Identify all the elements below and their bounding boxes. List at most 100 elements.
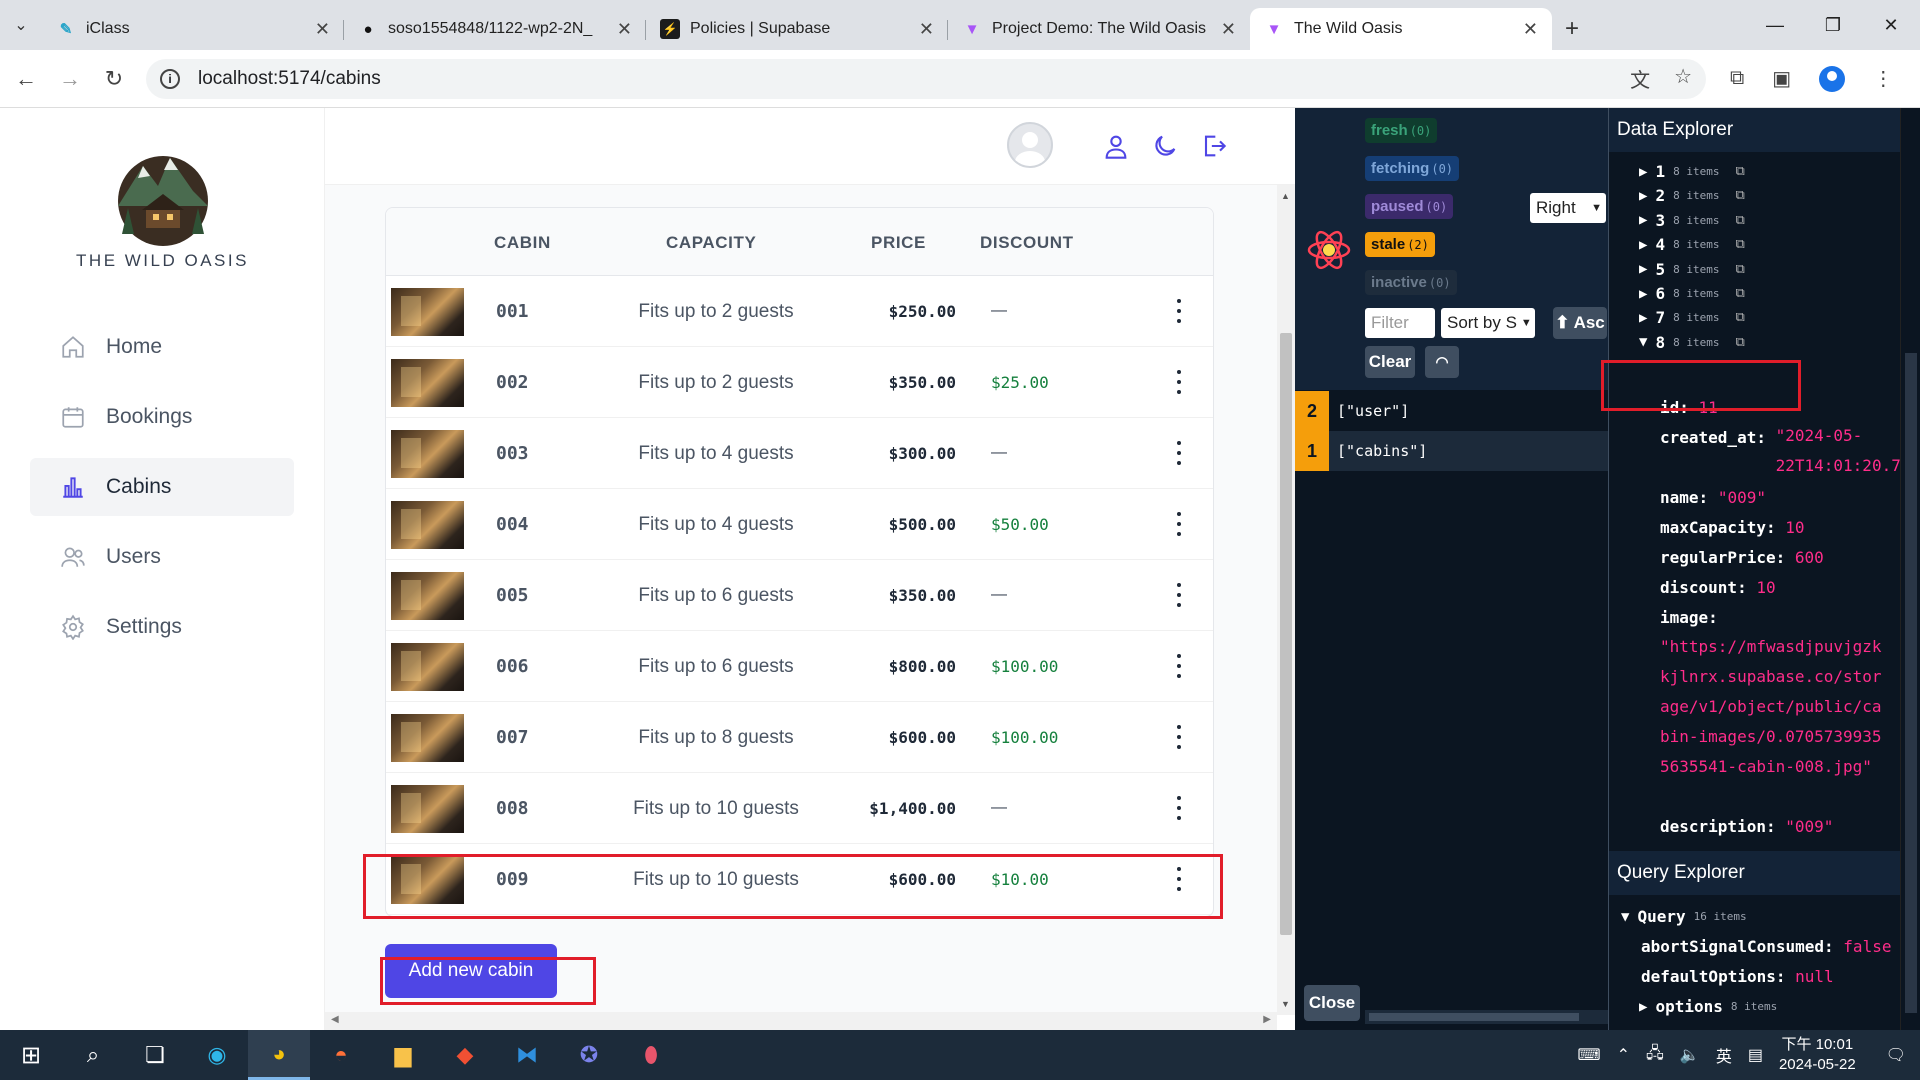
chevron-up-icon[interactable]: ⌃ xyxy=(1617,1045,1630,1065)
status-chip-fresh[interactable]: fresh (0) xyxy=(1365,118,1438,143)
extensions-icon[interactable]: ⧉ xyxy=(1730,67,1744,90)
cabin-thumbnail xyxy=(391,288,464,336)
search-icon[interactable]: ⌕ xyxy=(62,1030,124,1080)
tab-close-icon[interactable]: ✕ xyxy=(315,19,330,40)
side-panel-icon[interactable]: ▣ xyxy=(1772,66,1791,91)
status-chip-fetching[interactable]: fetching (0) xyxy=(1365,156,1460,181)
sort-select[interactable]: Sort by S ▼ xyxy=(1441,308,1535,338)
data-entry[interactable]: ▶ 4 8 items ⧉ xyxy=(1639,235,1745,254)
firefox-icon[interactable]: ◓ xyxy=(310,1030,372,1080)
close-devtools-button[interactable]: Close xyxy=(1304,985,1360,1021)
data-entry[interactable]: ▶ 1 8 items ⧉ xyxy=(1639,162,1745,181)
minimize-icon[interactable]: — xyxy=(1746,0,1804,50)
tab-github[interactable]: ● soso1554848/1122-wp2-2N_ ✕ xyxy=(344,8,646,50)
tab-search-chevron-icon[interactable]: ⌄ xyxy=(0,0,42,50)
cabin-name: 001 xyxy=(496,301,529,322)
tab-close-icon[interactable]: ✕ xyxy=(1523,19,1538,40)
devtools-horizontal-scrollbar[interactable] xyxy=(1365,1010,1608,1024)
row-menu-icon[interactable] xyxy=(1169,580,1189,610)
nav-item-bookings[interactable]: Bookings xyxy=(30,388,294,446)
notification-icon[interactable]: 🗨 xyxy=(1886,1045,1906,1065)
clear-button[interactable]: Clear xyxy=(1365,346,1415,378)
address-bar[interactable]: i localhost:5174/cabins ⽂ ☆ xyxy=(146,58,1706,99)
status-chip-stale[interactable]: stale (2) xyxy=(1365,232,1435,257)
copy-icon[interactable]: ⧉ xyxy=(1735,335,1744,350)
browser-menu-icon[interactable]: ⋮ xyxy=(1873,66,1893,91)
back-icon[interactable]: ← xyxy=(8,61,44,97)
chrome-icon[interactable]: ◕ xyxy=(248,1030,310,1080)
query-row-user[interactable]: 2 ["user"] xyxy=(1295,391,1608,431)
file-explorer-icon[interactable]: ▆ xyxy=(372,1030,434,1080)
data-entry[interactable]: ▶ 5 8 items ⧉ xyxy=(1639,260,1745,279)
new-tab-button[interactable]: + xyxy=(1552,8,1592,50)
restore-icon[interactable]: ❐ xyxy=(1804,0,1862,50)
edge-icon[interactable]: ◉ xyxy=(186,1030,248,1080)
moon-icon[interactable] xyxy=(1151,132,1179,160)
row-menu-icon[interactable] xyxy=(1169,296,1189,326)
copy-icon[interactable]: ⧉ xyxy=(1735,262,1744,277)
tab-close-icon[interactable]: ✕ xyxy=(1221,19,1236,40)
sort-asc-button[interactable]: ⬆ Asc xyxy=(1553,307,1607,339)
close-window-icon[interactable]: ✕ xyxy=(1862,0,1920,50)
status-chip-inactive[interactable]: inactive (0) xyxy=(1365,270,1457,295)
query-entry[interactable]: ▼ Query 16 items xyxy=(1621,907,1747,926)
position-select[interactable]: Right ▼ xyxy=(1530,193,1606,223)
row-menu-icon[interactable] xyxy=(1169,438,1189,468)
status-chip-paused[interactable]: paused (0) xyxy=(1365,194,1454,219)
page-vertical-scrollbar[interactable]: ▲ ▼ xyxy=(1277,185,1295,1015)
nav-item-users[interactable]: Users xyxy=(30,528,294,586)
tab-project-demo[interactable]: ▼ Project Demo: The Wild Oasis ✕ xyxy=(948,8,1250,50)
tab-close-icon[interactable]: ✕ xyxy=(919,19,934,40)
copy-icon[interactable]: ⧉ xyxy=(1735,286,1744,301)
translate-icon[interactable]: ⽂ xyxy=(1630,64,1650,93)
ime-indicator[interactable]: 英 xyxy=(1716,1043,1732,1067)
row-menu-icon[interactable] xyxy=(1169,722,1189,752)
devtools-vertical-scrollbar[interactable] xyxy=(1900,108,1920,1030)
teams-icon[interactable]: ✪ xyxy=(558,1030,620,1080)
copy-icon[interactable]: ⧉ xyxy=(1735,213,1744,228)
row-menu-icon[interactable] xyxy=(1169,509,1189,539)
row-menu-icon[interactable] xyxy=(1169,651,1189,681)
site-info-icon[interactable]: i xyxy=(160,68,180,89)
data-entry[interactable]: ▶ 3 8 items ⧉ xyxy=(1639,211,1745,230)
copy-icon[interactable]: ⧉ xyxy=(1735,164,1744,179)
filter-input[interactable]: Filter xyxy=(1365,308,1435,338)
options-entry[interactable]: ▶ options 8 items xyxy=(1639,997,1777,1016)
data-entry[interactable]: ▶ 7 8 items ⧉ xyxy=(1639,308,1745,327)
clock[interactable]: 下午 10:01 2024-05-22 xyxy=(1779,1035,1856,1075)
tab-iclass[interactable]: ✎ iClass ✕ xyxy=(42,8,344,50)
tab-supabase[interactable]: ⚡ Policies | Supabase ✕ xyxy=(646,8,948,50)
copy-icon[interactable]: ⧉ xyxy=(1735,310,1744,325)
profile-avatar[interactable] xyxy=(1819,65,1846,92)
query-row-cabins[interactable]: 1 ["cabins"] xyxy=(1295,431,1608,471)
nav-item-home[interactable]: Home xyxy=(30,318,294,376)
copy-icon[interactable]: ⧉ xyxy=(1735,237,1744,252)
network-icon[interactable]: 🖧 xyxy=(1646,1042,1664,1069)
bookmark-star-icon[interactable]: ☆ xyxy=(1674,64,1692,93)
wifi-icon[interactable]: ◠ xyxy=(1425,346,1459,378)
windows-start-icon[interactable]: ⊞ xyxy=(0,1030,62,1080)
table-row: 004 Fits up to 4 guests $500.00 $50.00 xyxy=(386,489,1213,560)
notes-icon[interactable]: ▤ xyxy=(1748,1045,1763,1065)
logout-icon[interactable] xyxy=(1199,132,1227,160)
reload-icon[interactable]: ↻ xyxy=(96,61,132,97)
forward-icon[interactable]: → xyxy=(52,61,88,97)
page-horizontal-scrollbar[interactable]: ◀ ▶ xyxy=(325,1012,1277,1030)
data-entry[interactable]: ▼ 8 8 items ⧉ xyxy=(1639,333,1745,352)
app-drop-icon[interactable]: ⬮ xyxy=(620,1030,682,1080)
row-menu-icon[interactable] xyxy=(1169,793,1189,823)
tab-the-wild-oasis[interactable]: ▼ The Wild Oasis ✕ xyxy=(1250,8,1552,50)
copy-icon[interactable]: ⧉ xyxy=(1735,188,1744,203)
row-menu-icon[interactable] xyxy=(1169,367,1189,397)
volume-icon[interactable]: 🔈 xyxy=(1680,1045,1700,1065)
vscode-icon[interactable]: ⧓ xyxy=(496,1030,558,1080)
nav-item-cabins[interactable]: Cabins xyxy=(30,458,294,516)
data-entry[interactable]: ▶ 6 8 items ⧉ xyxy=(1639,284,1745,303)
task-view-icon[interactable]: ❏ xyxy=(124,1030,186,1080)
data-entry[interactable]: ▶ 2 8 items ⧉ xyxy=(1639,186,1745,205)
git-icon[interactable]: ◆ xyxy=(434,1030,496,1080)
nav-item-settings[interactable]: Settings xyxy=(30,598,294,656)
tab-close-icon[interactable]: ✕ xyxy=(617,19,632,40)
keyboard-icon[interactable]: ⌨ xyxy=(1578,1045,1601,1065)
user-icon[interactable] xyxy=(1102,132,1130,160)
